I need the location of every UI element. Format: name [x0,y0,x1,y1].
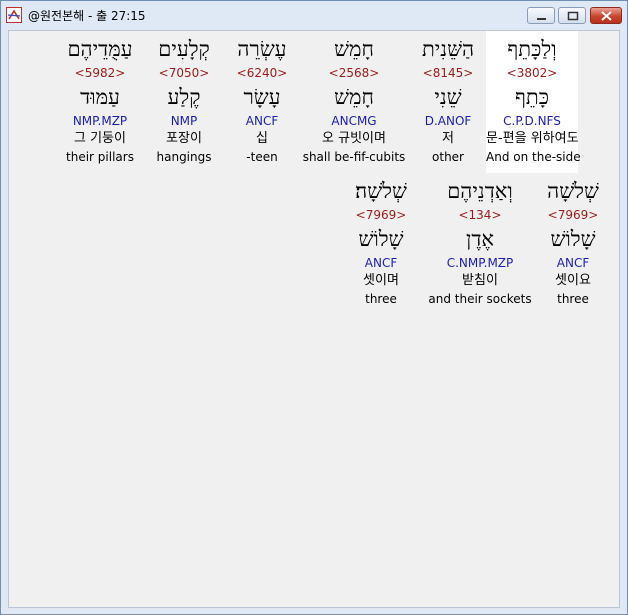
english-gloss: and their sockets [428,292,532,306]
korean-gloss: 받침이 [462,273,498,288]
close-icon [601,11,612,21]
interlinear-word[interactable]: וְאַדְנֵיהֶם <134> אֶדֶן C.NMP.MZP 받침이 a… [424,173,536,315]
korean-gloss: 포장이 [166,131,202,146]
morphology-code[interactable]: D.ANOF [402,114,494,128]
english-gloss: three [365,292,397,306]
korean-gloss: 그 기둥이 [74,131,126,146]
interlinear-word[interactable]: קְלָעִים <7050> קֶלַע NMP 포장이 hangings [139,31,229,173]
morphology-code[interactable]: NMP [139,114,229,128]
english-gloss: And on the-side [486,150,581,164]
english-gloss: three [557,292,589,306]
morphology-code[interactable]: NMP.MZP [54,114,146,128]
minimize-icon [537,18,546,20]
interlinear-word[interactable]: הַשֵּׁנִית <8145> שֵׁנִי D.ANOF 저 other [402,31,494,173]
hebrew-lemma: כָּתֵף [515,85,549,109]
hebrew-lemma: אֶדֶן [465,227,495,251]
hebrew-lemma: שָׁלוֹשׁ [550,227,596,251]
strong-number[interactable]: <7050> [139,66,229,80]
english-gloss: other [432,150,464,164]
morphology-code[interactable]: C.NMP.MZP [424,256,536,270]
interlinear-word[interactable]: שְׁלֹשָׁה <7969> שָׁלוֹשׁ ANCF 셋이요 three [527,173,619,315]
hebrew-word: הַשֵּׁנִית [421,37,475,61]
korean-gloss: 오 규빗이며 [322,131,386,146]
hebrew-word: קְלָעִים [158,37,210,61]
english-gloss: -teen [246,150,278,164]
morphology-code[interactable]: ANCMG [299,114,409,128]
interlinear-word[interactable]: חָמֵשׁ <2568> חָמֵשׁ ANCMG 오 규빗이며 shall … [299,31,409,173]
english-gloss: shall be-fif-cubits [302,150,406,164]
maximize-button[interactable] [558,7,586,24]
hebrew-lemma: שָׁלוֹשׁ [358,227,404,251]
strong-number[interactable]: <7969> [335,208,427,222]
hebrew-lemma: עָשָׂר [243,85,281,109]
english-gloss: hangings [156,150,212,164]
maximize-icon [567,11,579,21]
hebrew-word: וְאַדְנֵיהֶם [447,179,513,203]
hebrew-word: וְלַכָּתֵף [507,37,557,61]
interlinear-word[interactable]: עַמֻּדֵיהֶם <5982> עַמּוּד NMP.MZP 그 기둥이… [54,31,146,173]
morphology-code[interactable]: ANCF [217,114,307,128]
hebrew-lemma: קֶלַע [167,85,201,109]
morphology-code[interactable]: ANCF [527,256,619,270]
hebrew-word: שְׁלֹשָׁה [547,179,599,203]
korean-gloss: 문-편을 위하여도 [486,131,579,146]
hebrew-lemma: חָמֵשׁ [334,85,374,109]
interlinear-view[interactable]: וְלַכָּתֵף <3802> כָּתֵף C.P.D.NFS 문-편을 … [8,30,620,608]
strong-number[interactable]: <5982> [54,66,146,80]
strong-number[interactable]: <134> [424,208,536,222]
hebrew-word: עַמֻּדֵיהֶם [67,37,133,61]
interlinear-word[interactable]: וְלַכָּתֵף <3802> כָּתֵף C.P.D.NFS 문-편을 … [486,31,581,173]
strong-number[interactable]: <8145> [402,66,494,80]
interlinear-word[interactable]: שְׁלֹשָׁה׃ <7969> שָׁלוֹשׁ ANCF 셋이며 thre… [335,173,427,315]
hebrew-word: שְׁלֹשָׁה׃ [355,179,407,203]
app-icon[interactable] [6,7,22,23]
morphology-code[interactable]: C.P.D.NFS [486,114,578,128]
close-button[interactable] [590,7,622,24]
window-title: @원전본해 - 출 27:15 [28,9,146,23]
strong-number[interactable]: <6240> [217,66,307,80]
korean-gloss: 셋이요 [555,273,591,288]
minimize-button[interactable] [527,7,555,24]
app-window: @원전본해 - 출 27:15 וְלַכָּתֵף <3802> כָּתֵף… [0,0,628,615]
korean-gloss: 십 [256,131,268,146]
english-gloss: their pillars [66,150,134,164]
hebrew-word: חָמֵשׁ [334,37,374,61]
korean-gloss: 셋이며 [363,273,399,288]
hebrew-lemma: עַמּוּד [80,85,120,109]
korean-gloss: 저 [442,131,454,146]
interlinear-word[interactable]: עֶשְׂרֵה <6240> עָשָׂר ANCF 십 -teen [217,31,307,173]
strong-number[interactable]: <2568> [299,66,409,80]
strong-number[interactable]: <3802> [486,66,578,80]
hebrew-lemma: שֵׁנִי [434,85,462,109]
title-bar[interactable]: @원전본해 - 출 27:15 [1,1,627,29]
hebrew-word: עֶשְׂרֵה [237,37,287,61]
strong-number[interactable]: <7969> [527,208,619,222]
morphology-code[interactable]: ANCF [335,256,427,270]
